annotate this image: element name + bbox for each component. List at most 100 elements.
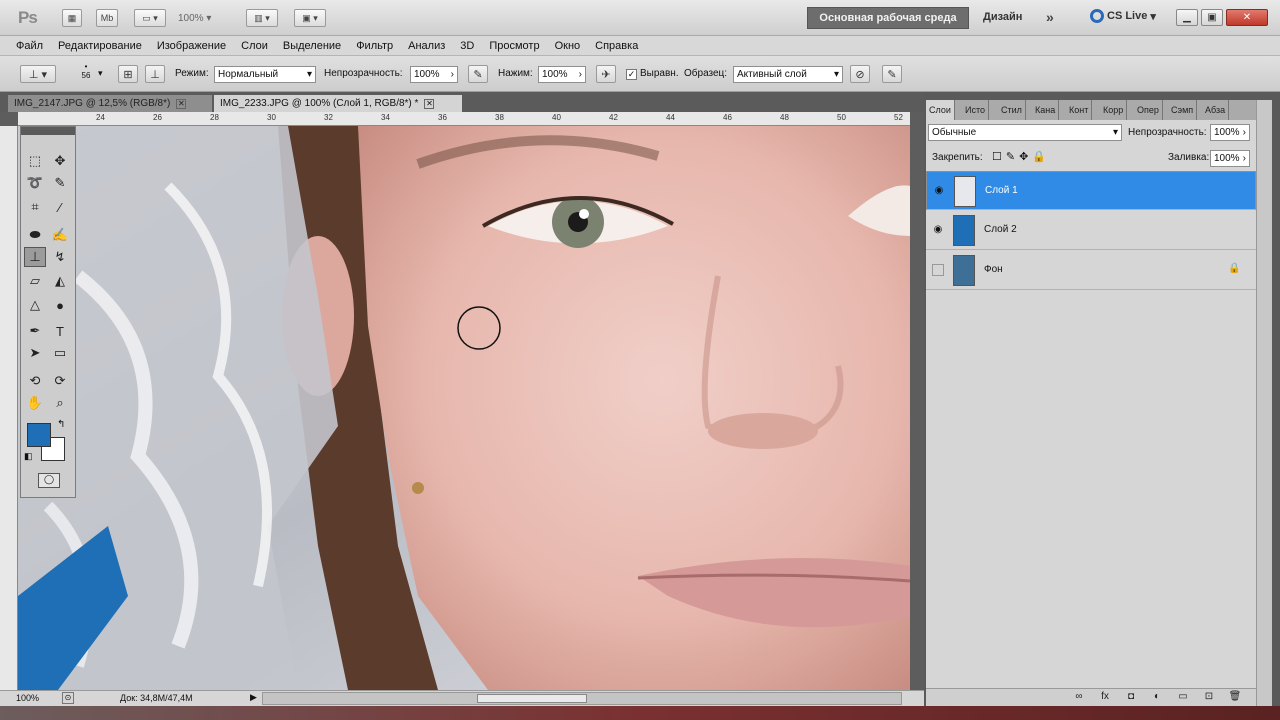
layer-name[interactable]: Слой 1: [985, 185, 1018, 196]
horizontal-scroll-thumb[interactable]: [477, 694, 587, 703]
lasso-tool-icon[interactable]: ➰: [24, 173, 46, 193]
status-menu-arrow-icon[interactable]: ▶: [250, 692, 257, 703]
maximize-button[interactable]: ▣: [1201, 9, 1223, 26]
layer-row-layer1[interactable]: ◉ Слой 1: [926, 171, 1256, 210]
mode-select[interactable]: Нормальный ▾: [214, 66, 316, 83]
pressure-opacity-icon[interactable]: ✎: [468, 65, 488, 83]
mini-bridge-button[interactable]: Mb: [96, 9, 118, 27]
3d-rotate-tool-icon[interactable]: ⟲: [24, 371, 46, 391]
minimize-button[interactable]: ▁: [1176, 9, 1198, 26]
menu-help[interactable]: Справка: [595, 40, 638, 52]
status-export-icon[interactable]: ⊙: [62, 692, 74, 704]
new-group-icon[interactable]: ▭: [1176, 691, 1190, 704]
eyedropper-tool-icon[interactable]: ⁄: [49, 197, 71, 217]
hand-tool-icon[interactable]: ✋: [24, 393, 46, 413]
zoom-tool-icon[interactable]: ⌕: [49, 393, 71, 413]
link-layers-icon[interactable]: ∞: [1072, 691, 1086, 704]
arrange-documents-button[interactable]: ▥ ▾: [246, 9, 278, 27]
lock-icons[interactable]: ☐✎✥🔒: [992, 150, 1050, 163]
status-zoom[interactable]: 100%: [16, 693, 39, 703]
shape-tool-icon[interactable]: ▭: [49, 343, 71, 363]
tab-history[interactable]: Исто: [962, 100, 989, 120]
airbrush-icon[interactable]: ✈: [596, 65, 616, 83]
brush-size-picker[interactable]: • 56: [76, 62, 96, 80]
menu-edit[interactable]: Редактирование: [58, 40, 142, 52]
eye-off-icon[interactable]: [932, 264, 944, 276]
foreground-color-swatch[interactable]: [27, 423, 51, 447]
brush-tool-icon[interactable]: ✍: [49, 225, 71, 245]
type-tool-icon[interactable]: T: [49, 321, 71, 341]
marquee-tool-icon[interactable]: ⬚: [24, 151, 46, 171]
close-button[interactable]: ✕: [1226, 9, 1268, 26]
layer-style-icon[interactable]: fx: [1098, 691, 1112, 704]
blend-mode-select[interactable]: Обычные ▾: [928, 124, 1122, 141]
workspace-essentials-button[interactable]: Основная рабочая среда: [807, 7, 969, 29]
brush-size-dropdown-icon[interactable]: ▾: [98, 68, 103, 79]
tab-layers[interactable]: Слои: [926, 100, 955, 120]
bridge-button[interactable]: ▦: [62, 9, 82, 27]
menu-3d[interactable]: 3D: [460, 40, 474, 52]
delete-layer-icon[interactable]: 🗑: [1228, 691, 1242, 704]
dodge-tool-icon[interactable]: ●: [49, 295, 71, 315]
new-layer-icon[interactable]: ⊡: [1202, 691, 1216, 704]
eraser-tool-icon[interactable]: ▱: [24, 271, 46, 291]
default-colors-icon[interactable]: ◧: [24, 451, 33, 462]
tab-img-2147[interactable]: IMG_2147.JPG @ 12,5% (RGB/8*) ✕: [8, 95, 212, 112]
workspace-more-button[interactable]: »: [1046, 9, 1054, 25]
sample-select[interactable]: Активный слой ▾: [733, 66, 843, 83]
layers-scrollbar[interactable]: [1256, 100, 1272, 706]
pen-tool-icon[interactable]: ✒: [24, 321, 46, 341]
workspace-design-button[interactable]: Дизайн: [983, 11, 1022, 23]
view-extras-button[interactable]: ▭ ▾: [134, 9, 166, 27]
eye-icon[interactable]: ◉: [933, 185, 945, 197]
clone-stamp-tool-icon[interactable]: ⊥: [24, 247, 46, 267]
aligned-checkbox[interactable]: ✓: [626, 69, 637, 80]
menu-filter[interactable]: Фильтр: [356, 40, 393, 52]
menu-window[interactable]: Окно: [555, 40, 581, 52]
layer-row-background[interactable]: Фон 🔒: [926, 251, 1256, 290]
menu-analysis[interactable]: Анализ: [408, 40, 445, 52]
ignore-adjustment-layers-icon[interactable]: ⊘: [850, 65, 870, 83]
healing-brush-tool-icon[interactable]: ⬬: [24, 225, 46, 245]
crop-tool-icon[interactable]: ⌗: [24, 197, 46, 217]
layer-opacity-input[interactable]: 100% ›: [1210, 124, 1250, 141]
fill-input[interactable]: 100% ›: [1210, 150, 1250, 167]
pressure-input[interactable]: 100% ›: [538, 66, 586, 83]
tab-img-2233[interactable]: IMG_2233.JPG @ 100% (Слой 1, RGB/8*) * ✕: [214, 95, 462, 112]
eye-icon[interactable]: ◉: [932, 224, 944, 236]
layer-row-layer2[interactable]: ◉ Слой 2: [926, 211, 1256, 250]
close-icon[interactable]: ✕: [424, 98, 435, 109]
menu-view[interactable]: Просмотр: [489, 40, 539, 52]
move-tool-icon[interactable]: ✥: [49, 151, 71, 171]
layer-name[interactable]: Фон: [984, 264, 1003, 275]
paint-bucket-tool-icon[interactable]: ◭: [49, 271, 71, 291]
close-icon[interactable]: ✕: [176, 98, 187, 109]
menu-image[interactable]: Изображение: [157, 40, 226, 52]
swap-colors-icon[interactable]: ↰: [57, 419, 65, 430]
clone-stamp-tool-preset-icon[interactable]: ⊥ ▾: [20, 65, 56, 83]
tab-paragraph[interactable]: Абза: [1202, 100, 1230, 120]
tab-samples[interactable]: Сэмп: [1168, 100, 1198, 120]
zoom-level[interactable]: 100% ▾: [178, 9, 233, 27]
cs-live-button[interactable]: CS Live ▾: [1090, 9, 1156, 23]
ruler-horizontal[interactable]: 24262830323436384042444648505254: [18, 112, 910, 126]
tab-channels[interactable]: Кана: [1032, 100, 1060, 120]
tab-actions[interactable]: Опер: [1134, 100, 1163, 120]
horizontal-scrollbar[interactable]: [262, 692, 902, 705]
document-canvas[interactable]: [18, 126, 910, 690]
menu-file[interactable]: Файл: [16, 40, 43, 52]
menu-layers[interactable]: Слои: [241, 40, 268, 52]
pressure-size-icon[interactable]: ✎: [882, 65, 902, 83]
blur-tool-icon[interactable]: △: [24, 295, 46, 315]
ruler-vertical[interactable]: [0, 126, 18, 690]
path-selection-tool-icon[interactable]: ➤: [24, 343, 46, 363]
adjustment-layer-icon[interactable]: ◐: [1150, 691, 1164, 704]
tab-adjustments[interactable]: Корр: [1100, 100, 1128, 120]
opacity-input[interactable]: 100% ›: [410, 66, 458, 83]
menu-select[interactable]: Выделение: [283, 40, 341, 52]
history-brush-tool-icon[interactable]: ↯: [49, 247, 71, 267]
screen-mode-button[interactable]: ▣ ▾: [294, 9, 326, 27]
quick-selection-tool-icon[interactable]: ✎: [49, 173, 71, 193]
layer-name[interactable]: Слой 2: [984, 224, 1017, 235]
layer-mask-icon[interactable]: ◘: [1124, 691, 1138, 704]
